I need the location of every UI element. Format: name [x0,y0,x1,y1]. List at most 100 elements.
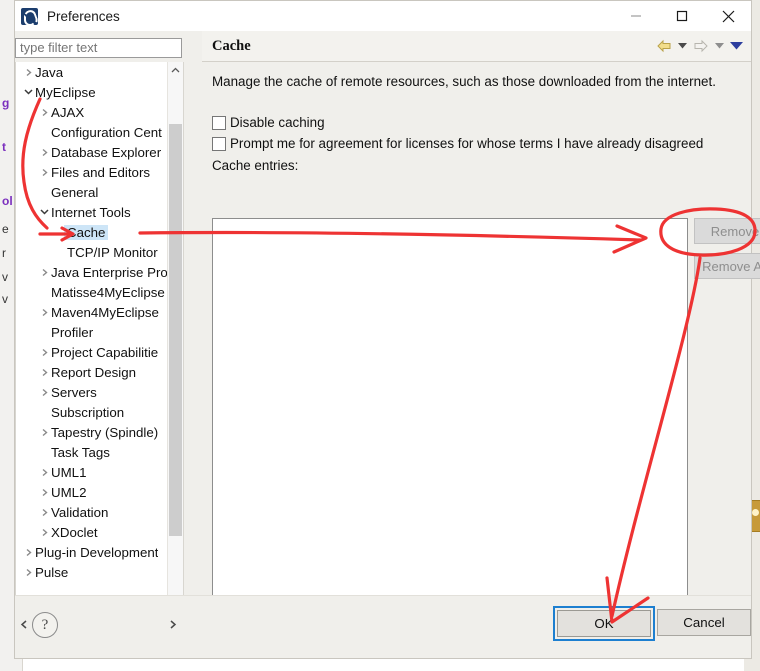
tree-item-internet-tools[interactable]: Internet Tools [16,202,168,222]
back-arrow-icon[interactable] [654,33,674,59]
tree-item-ajax[interactable]: AJAX [16,102,168,122]
dialog-footer: ? OK Cancel [15,595,751,658]
remove-button[interactable]: Remove [694,218,760,244]
tree-item-general[interactable]: General [16,182,168,202]
tree-item-label: Validation [51,504,109,520]
tree-item-label: General [51,184,99,200]
tree-item-myeclipse[interactable]: MyEclipse [16,82,168,102]
scroll-up-icon[interactable] [168,62,183,78]
chevron-right-icon[interactable] [22,568,35,577]
prompt-agreement-label: Prompt me for agreement for licenses for… [230,136,704,151]
tree-item-tcp-ip-monitor[interactable]: TCP/IP Monitor [16,242,168,262]
tree-item-label: Profiler [51,324,94,340]
tree-item-task-tags[interactable]: Task Tags [16,442,168,462]
tree-item-label: Subscription [51,404,125,420]
chevron-right-icon[interactable] [22,548,35,557]
forward-menu-chevron-down-icon[interactable] [713,33,726,59]
chevron-right-icon[interactable] [38,148,51,157]
tree-item-database-explorer[interactable]: Database Explorer [16,142,168,162]
ok-button-focus-ring: OK [553,606,655,641]
tree-item-servers[interactable]: Servers [16,382,168,402]
tree-item-label: Servers [51,384,97,400]
tree-item-validation[interactable]: Validation [16,502,168,522]
tree-item-plug-in-development[interactable]: Plug-in Development [16,542,168,562]
preferences-page-panel: Cache Manage the cache of remote resourc… [202,31,760,658]
tree-item-pulse[interactable]: Pulse [16,562,168,582]
background-text-fragment: g [2,96,10,110]
tree-item-label: Plug-in Development [35,544,159,560]
background-text-fragment: ol [2,194,13,208]
prompt-agreement-checkbox[interactable] [212,136,226,151]
background-text-fragment: t [2,140,6,154]
tree-item-uml2[interactable]: UML2 [16,482,168,502]
tree-item-java[interactable]: Java [16,62,168,82]
tree-item-label: Report Design [51,364,136,380]
filter-input[interactable] [15,38,182,58]
tree-item-label: Pulse [35,564,69,580]
chevron-right-icon[interactable] [38,388,51,397]
chevron-right-icon[interactable] [38,168,51,177]
chevron-right-icon[interactable] [38,528,51,537]
tree-item-configuration-cent[interactable]: Configuration Cent [16,122,168,142]
tree-item-subscription[interactable]: Subscription [16,402,168,422]
chevron-right-icon[interactable] [38,308,51,317]
cache-entry-actions: Remove Remove All [694,218,760,279]
forward-arrow-icon[interactable] [691,33,711,59]
tree-item-label: Files and Editors [51,164,151,180]
disable-caching-checkbox-row[interactable]: Disable caching [212,115,325,130]
preferences-tree-items: Java MyEclipse AJAX Configuration Cent Datab… [16,62,168,614]
more-chevron-down-icon[interactable] [728,33,745,59]
ok-button[interactable]: OK [557,610,651,637]
cache-entries-label: Cache entries: [212,158,299,173]
tree-item-matisse4myeclipse[interactable]: Matisse4MyEclipse [16,282,168,302]
background-text-fragment: v [2,270,8,284]
preferences-tree[interactable]: Java MyEclipse AJAX Configuration Cent Datab… [15,62,184,615]
maximize-button[interactable] [659,1,705,31]
tree-item-project-capabilitie[interactable]: Project Capabilitie [16,342,168,362]
tree-item-report-design[interactable]: Report Design [16,362,168,382]
tree-item-profiler[interactable]: Profiler [16,322,168,342]
back-menu-chevron-down-icon[interactable] [676,33,689,59]
remove-all-button[interactable]: Remove All [694,253,760,279]
tree-item-xdoclet[interactable]: XDoclet [16,522,168,542]
tree-item-label: Configuration Cent [51,124,162,140]
tree-item-java-enterprise-pro[interactable]: Java Enterprise Pro [16,262,168,282]
disable-caching-checkbox[interactable] [212,115,226,130]
tree-item-cache[interactable]: Cache [16,222,168,242]
chevron-right-icon[interactable] [38,428,51,437]
cancel-button[interactable]: Cancel [657,609,751,636]
page-header: Cache [202,31,751,62]
cache-entries-list[interactable] [212,218,688,632]
chevron-right-icon[interactable] [38,268,51,277]
chevron-right-icon[interactable] [22,68,35,77]
page-title: Cache [212,37,251,54]
tree-vertical-scrollbar[interactable] [167,62,183,614]
window-title: Preferences [47,8,120,24]
chevron-right-icon[interactable] [38,508,51,517]
tree-item-label: Cache [64,224,109,240]
chevron-right-icon[interactable] [38,348,51,357]
tree-item-uml1[interactable]: UML1 [16,462,168,482]
dialog-titlebar: Preferences [15,1,751,31]
scroll-left-icon[interactable] [16,617,32,632]
tree-item-maven4myeclipse[interactable]: Maven4MyEclipse [16,302,168,322]
scroll-right-icon[interactable] [165,617,181,632]
background-text-fragment: r [2,246,6,260]
tree-item-tapestry-spindle[interactable]: Tapestry (Spindle) [16,422,168,442]
preferences-dialog: Preferences Java MyEclipse AJAX Configurati… [14,0,760,659]
tree-item-label: Java Enterprise Pro [51,264,168,280]
chevron-right-icon[interactable] [38,108,51,117]
tree-scrollbar-thumb[interactable] [169,124,182,536]
prompt-agreement-checkbox-row[interactable]: Prompt me for agreement for licenses for… [212,136,703,151]
chevron-right-icon[interactable] [38,488,51,497]
close-button[interactable] [705,1,751,31]
tree-item-files-and-editors[interactable]: Files and Editors [16,162,168,182]
minimize-button[interactable] [613,1,659,31]
help-button[interactable]: ? [32,612,58,638]
chevron-down-icon[interactable] [38,208,51,216]
tree-item-label: Database Explorer [51,144,162,160]
chevron-right-icon[interactable] [38,468,51,477]
chevron-right-icon[interactable] [38,368,51,377]
chevron-down-icon[interactable] [22,88,35,96]
preferences-navigation-panel: Java MyEclipse AJAX Configuration Cent Datab… [15,31,201,658]
